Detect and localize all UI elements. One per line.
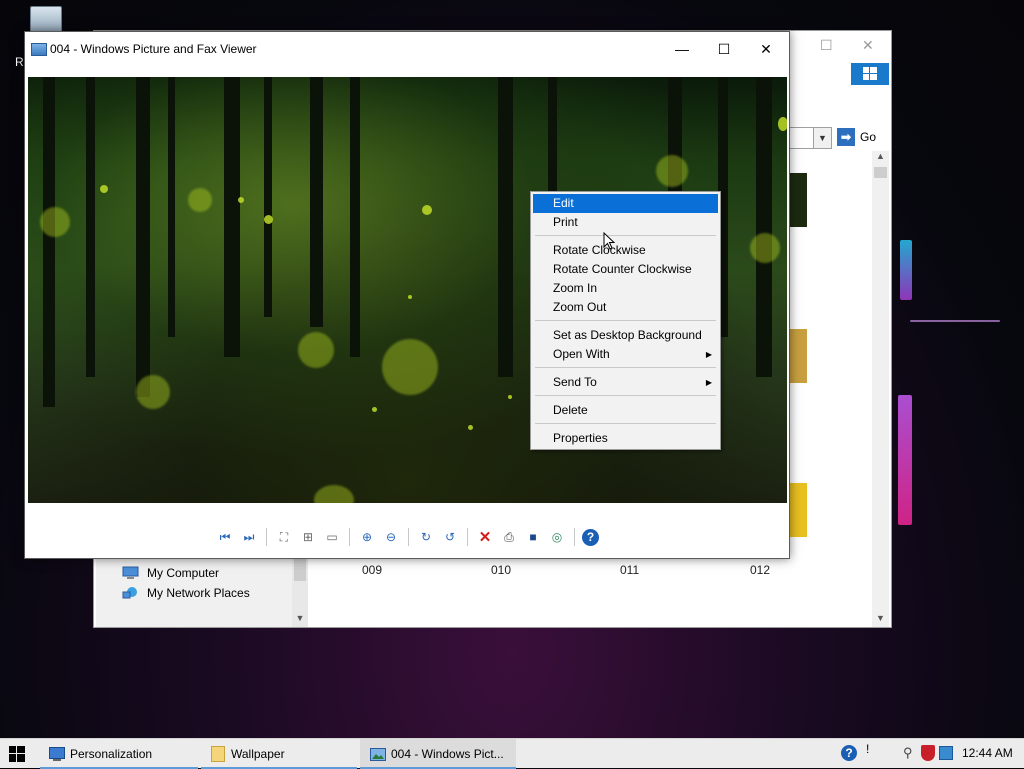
place-my-computer[interactable]: My Computer bbox=[122, 566, 219, 580]
save-icon[interactable]: ■ bbox=[523, 527, 543, 547]
my-computer-icon bbox=[122, 566, 139, 579]
minimize-button[interactable]: — bbox=[661, 32, 703, 66]
chevron-up-icon[interactable]: ▲ bbox=[872, 151, 889, 165]
chevron-down-icon[interactable]: ▼ bbox=[872, 613, 889, 627]
context-menu: Edit Print Rotate Clockwise Rotate Count… bbox=[530, 191, 721, 450]
chevron-down-icon[interactable]: ▼ bbox=[813, 128, 831, 148]
network-activity-icon[interactable] bbox=[939, 746, 953, 760]
maximize-button[interactable]: ☐ bbox=[703, 32, 745, 66]
menu-item-properties[interactable]: Properties bbox=[533, 429, 718, 448]
menu-item-label: Open With bbox=[553, 347, 610, 361]
toolbar-separator bbox=[266, 528, 267, 546]
close-button[interactable]: ✕ bbox=[862, 37, 874, 54]
menu-item-zoom-out[interactable]: Zoom Out bbox=[533, 298, 718, 317]
address-dropdown[interactable]: ▼ bbox=[788, 127, 832, 149]
thumbnail-caption: 011 bbox=[620, 563, 640, 577]
go-arrow-icon: ➡ bbox=[837, 128, 855, 146]
zoom-out-icon[interactable]: ⊖ bbox=[381, 527, 401, 547]
thumbnail-image[interactable] bbox=[790, 483, 807, 537]
menu-item-set-desktop-background[interactable]: Set as Desktop Background bbox=[533, 326, 718, 345]
toolbar-separator bbox=[349, 528, 350, 546]
taskbar-item-picture-viewer[interactable]: 004 - Windows Pict... bbox=[360, 739, 516, 769]
menu-separator bbox=[535, 367, 716, 368]
open-with-icon[interactable]: ◎ bbox=[547, 527, 567, 547]
menu-item-open-with[interactable]: Open With ▶ bbox=[533, 345, 718, 364]
maximize-button[interactable]: ☐ bbox=[820, 37, 833, 54]
submenu-arrow-icon: ▶ bbox=[705, 350, 712, 359]
slideshow-icon[interactable]: ▭ bbox=[322, 527, 342, 547]
close-button[interactable]: ✕ bbox=[745, 32, 787, 66]
menu-item-rotate-clockwise[interactable]: Rotate Clockwise bbox=[533, 241, 718, 260]
go-label: Go bbox=[860, 130, 877, 144]
folder-icon bbox=[211, 746, 225, 762]
chevron-down-icon[interactable]: ▼ bbox=[292, 613, 308, 627]
toolbar-separator bbox=[574, 528, 575, 546]
place-label: My Network Places bbox=[147, 586, 250, 600]
thumbnail-caption: 009 bbox=[362, 563, 383, 577]
toolbar-separator bbox=[408, 528, 409, 546]
rotate-clockwise-icon[interactable]: ↻ bbox=[416, 527, 436, 547]
windows-logo-icon bbox=[851, 63, 889, 85]
network-places-icon bbox=[122, 587, 137, 599]
next-image-icon[interactable]: ⏭ bbox=[239, 527, 259, 547]
toolbar-separator bbox=[467, 528, 468, 546]
picture-viewer-icon bbox=[31, 43, 47, 56]
thumbnail-caption: 012 bbox=[750, 563, 771, 577]
menu-separator bbox=[535, 395, 716, 396]
thumbnail-image[interactable] bbox=[790, 329, 807, 383]
menu-item-zoom-in[interactable]: Zoom In bbox=[533, 279, 718, 298]
print-icon[interactable]: ⎙ bbox=[499, 527, 519, 547]
menu-item-print[interactable]: Print bbox=[533, 213, 718, 232]
previous-image-icon[interactable]: ⏮ bbox=[215, 527, 235, 547]
menu-separator bbox=[535, 423, 716, 424]
menu-item-delete[interactable]: Delete bbox=[533, 401, 718, 420]
search-icon[interactable]: ⚲ bbox=[903, 745, 913, 761]
help-tray-icon[interactable]: ? bbox=[841, 745, 857, 761]
notification-icon[interactable]: ! bbox=[866, 742, 869, 756]
taskbar-item-wallpaper[interactable]: Wallpaper bbox=[201, 739, 357, 769]
menu-separator bbox=[535, 320, 716, 321]
place-label: My Computer bbox=[147, 566, 220, 580]
mouse-cursor-icon bbox=[603, 232, 615, 250]
start-button[interactable] bbox=[4, 739, 30, 769]
menu-item-rotate-counter-clockwise[interactable]: Rotate Counter Clockwise bbox=[533, 260, 718, 279]
menu-item-label: Send To bbox=[553, 375, 597, 389]
go-button[interactable]: ➡ Go bbox=[837, 128, 876, 146]
menu-item-edit[interactable]: Edit bbox=[533, 194, 718, 213]
zoom-in-icon[interactable]: ⊕ bbox=[357, 527, 377, 547]
security-shield-icon[interactable] bbox=[921, 745, 935, 761]
taskbar: Personalization Wallpaper 004 - Windows … bbox=[0, 738, 1024, 769]
recycle-bin-icon[interactable] bbox=[26, 4, 64, 36]
submenu-arrow-icon: ▶ bbox=[705, 378, 712, 387]
vertical-scrollbar[interactable]: ▲ ▼ bbox=[872, 151, 889, 627]
scrollbar-thumb[interactable] bbox=[874, 167, 887, 178]
thumbnail-caption: 010 bbox=[491, 563, 512, 577]
personalization-icon bbox=[49, 747, 65, 761]
help-icon[interactable]: ? bbox=[582, 528, 599, 546]
system-clock[interactable]: 12:44 AM bbox=[962, 746, 1013, 760]
place-my-network-places[interactable]: My Network Places bbox=[122, 586, 250, 600]
taskbar-item-personalization[interactable]: Personalization bbox=[40, 739, 198, 769]
taskbar-item-label: Personalization bbox=[70, 747, 153, 761]
rotate-counterclockwise-icon[interactable]: ↺ bbox=[440, 527, 460, 547]
taskbar-item-label: Wallpaper bbox=[231, 747, 285, 761]
recycle-bin-label: R bbox=[15, 55, 24, 69]
delete-icon[interactable]: ✕ bbox=[475, 527, 495, 547]
actual-size-icon[interactable]: ⊞ bbox=[298, 527, 318, 547]
taskbar-item-label: 004 - Windows Pict... bbox=[391, 747, 504, 761]
best-fit-icon[interactable]: ⛶ bbox=[274, 527, 294, 547]
window-title: 004 - Windows Picture and Fax Viewer bbox=[50, 42, 257, 56]
picture-viewer-icon bbox=[370, 747, 386, 761]
windows-logo-icon bbox=[9, 746, 25, 762]
menu-separator bbox=[535, 235, 716, 236]
title-bar[interactable]: 004 - Windows Picture and Fax Viewer — ☐… bbox=[25, 32, 789, 78]
menu-item-send-to[interactable]: Send To ▶ bbox=[533, 373, 718, 392]
viewer-toolbar: ⏮ ⏭ ⛶ ⊞ ▭ ⊕ ⊖ ↻ ↺ ✕ ⎙ ■ ◎ ? bbox=[25, 522, 789, 552]
thumbnail-image[interactable] bbox=[790, 173, 807, 227]
